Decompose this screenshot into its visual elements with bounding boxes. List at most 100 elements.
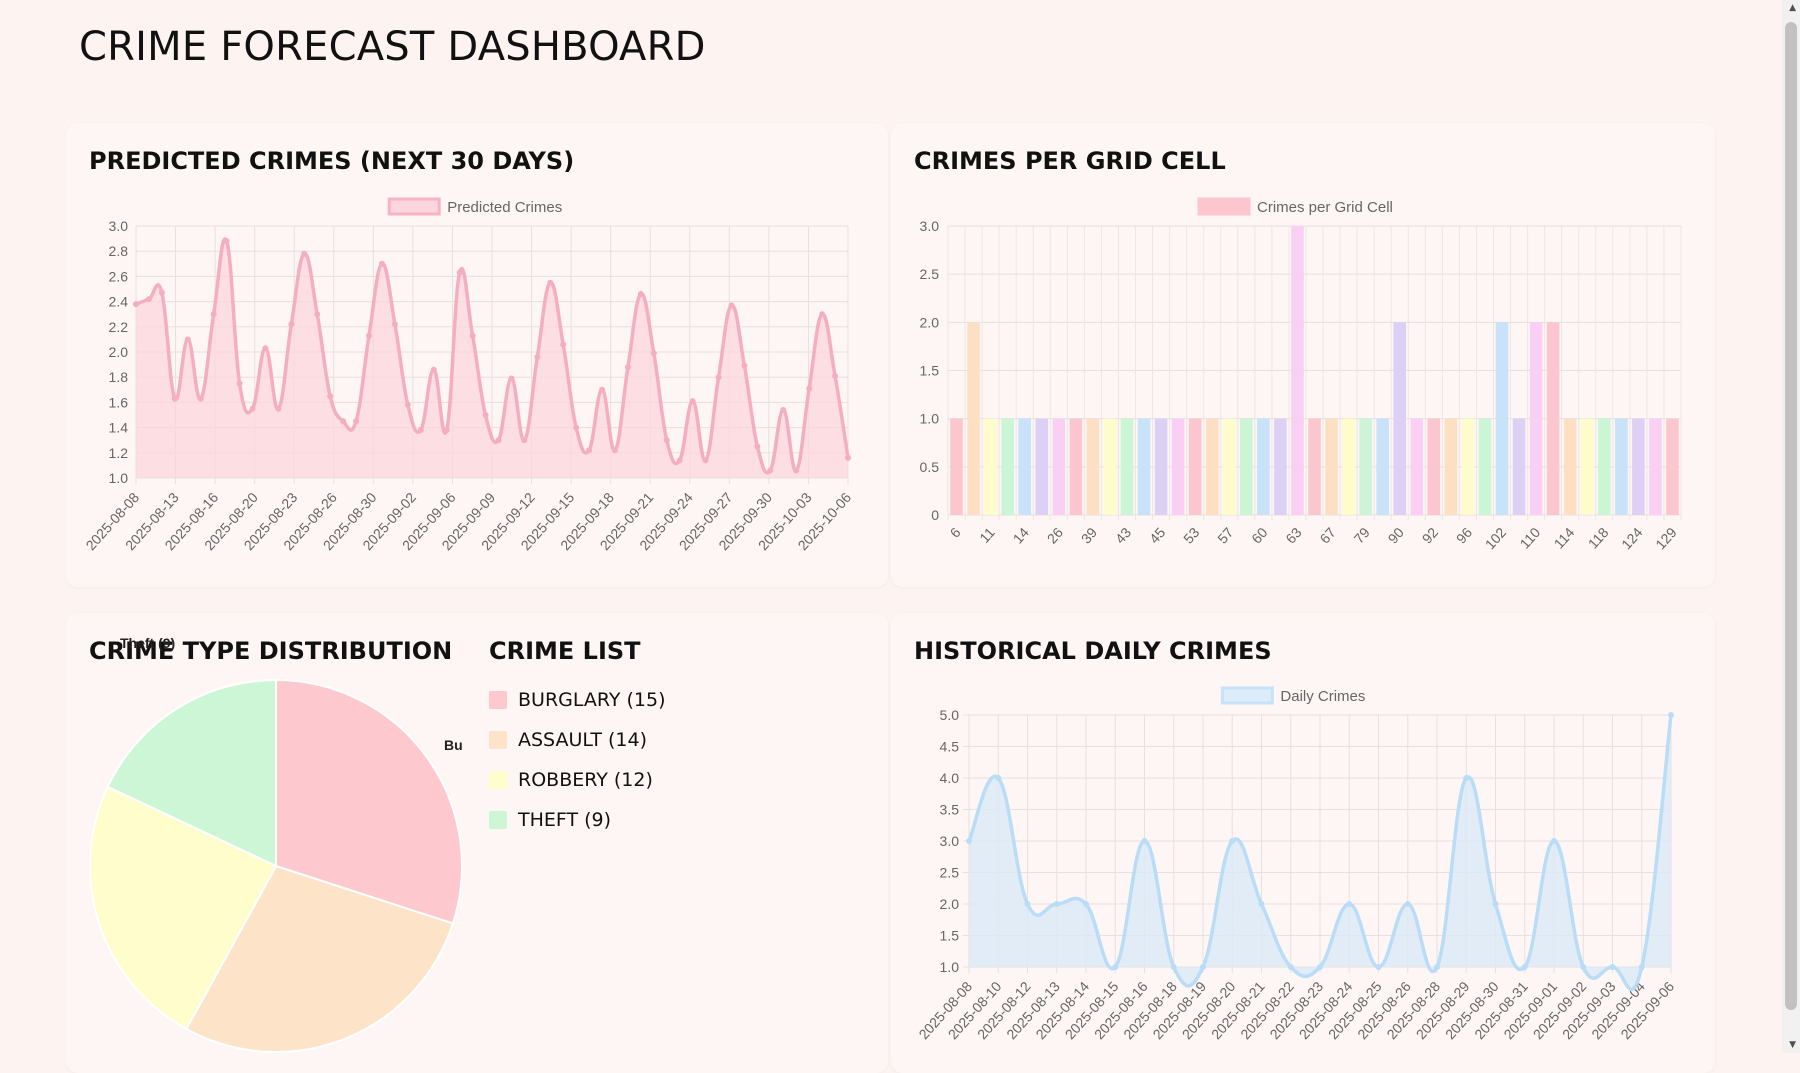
data-point bbox=[1170, 964, 1177, 970]
data-point bbox=[573, 424, 580, 431]
y-tick-label: 2.5 bbox=[940, 865, 960, 881]
x-tick-label: 114 bbox=[1551, 524, 1578, 551]
bar bbox=[1240, 418, 1253, 515]
x-tick-label: 92 bbox=[1419, 524, 1441, 546]
data-point bbox=[353, 418, 360, 425]
data-point bbox=[456, 269, 463, 276]
bar bbox=[1615, 418, 1628, 515]
data-point bbox=[702, 457, 709, 464]
vertical-scrollbar[interactable]: ▲ ▼ bbox=[1782, 0, 1800, 1053]
data-point bbox=[236, 380, 243, 387]
data-point bbox=[728, 302, 735, 309]
bar bbox=[1035, 418, 1049, 515]
bar bbox=[1410, 418, 1424, 515]
data-point bbox=[966, 838, 972, 844]
page-title: CRIME FORECAST DASHBOARD bbox=[79, 24, 706, 70]
grid-cell-chart: Crimes per Grid Cell 0 0.5 1.0 1.5 2.0 2.5 3.0 6… bbox=[920, 197, 1682, 552]
crime-list-item: ROBBERY (12) bbox=[489, 760, 666, 800]
data-point bbox=[223, 238, 230, 245]
data-point bbox=[158, 289, 165, 296]
x-tick-label: 57 bbox=[1214, 524, 1236, 546]
data-point bbox=[586, 447, 593, 454]
x-tick-label: 118 bbox=[1585, 524, 1612, 551]
data-point bbox=[754, 443, 761, 450]
data-point bbox=[327, 393, 334, 400]
x-tick-label: 102 bbox=[1482, 524, 1510, 552]
data-point bbox=[417, 427, 424, 434]
data-point bbox=[624, 364, 631, 371]
bar bbox=[1291, 226, 1304, 515]
data-point bbox=[197, 395, 204, 402]
scroll-thumb[interactable] bbox=[1785, 22, 1797, 1010]
bar bbox=[950, 418, 963, 515]
data-point bbox=[301, 250, 308, 257]
crime-color-swatch bbox=[489, 731, 507, 749]
data-point bbox=[314, 311, 321, 318]
bar bbox=[1563, 418, 1577, 515]
predicted-crimes-chart: Predicted Crimes 1.0 1.2 1.4 1.6 1.8 2.0 2.2 2.4… bbox=[82, 197, 854, 553]
x-tick-label: 96 bbox=[1453, 524, 1475, 546]
data-point bbox=[1638, 964, 1645, 970]
data-point bbox=[521, 437, 528, 444]
bar bbox=[1597, 418, 1611, 515]
data-point bbox=[262, 345, 269, 352]
data-point bbox=[560, 341, 567, 348]
x-tick-label: 11 bbox=[976, 524, 998, 546]
crime-list-label: THEFT (9) bbox=[518, 809, 612, 831]
x-tick-label: 43 bbox=[1112, 524, 1134, 546]
crime-type-pie-chart: Theft (9) Bu bbox=[89, 635, 463, 1053]
data-point bbox=[133, 301, 139, 308]
data-point bbox=[637, 291, 644, 298]
data-point bbox=[1375, 964, 1382, 970]
crime-color-swatch bbox=[489, 811, 507, 829]
bar bbox=[1461, 418, 1475, 515]
y-tick-label: 1.5 bbox=[920, 363, 940, 379]
bar bbox=[1495, 322, 1509, 515]
bar bbox=[1018, 418, 1032, 515]
data-point bbox=[767, 467, 774, 474]
y-tick-label: 1.0 bbox=[920, 411, 940, 427]
bar bbox=[1001, 418, 1014, 515]
y-tick-label: 0.5 bbox=[920, 459, 940, 475]
bar bbox=[1137, 418, 1151, 515]
data-point bbox=[171, 395, 178, 402]
x-tick-label: 90 bbox=[1385, 524, 1407, 546]
y-tick-label: 3.0 bbox=[920, 218, 940, 234]
y-tick-label: 2.0 bbox=[920, 314, 940, 330]
x-tick-label: 124 bbox=[1618, 524, 1646, 552]
data-point bbox=[1492, 901, 1499, 907]
bar bbox=[1274, 418, 1287, 515]
crime-color-swatch bbox=[489, 691, 507, 709]
bar bbox=[984, 418, 997, 515]
predicted-crimes-card: PREDICTED CRIMES (NEXT 30 DAYS) Predicte… bbox=[66, 123, 888, 587]
data-point bbox=[715, 374, 722, 381]
data-point bbox=[288, 321, 295, 328]
bar bbox=[1666, 418, 1679, 515]
data-point bbox=[599, 386, 606, 393]
x-tick-label: 60 bbox=[1248, 524, 1270, 546]
data-point bbox=[806, 385, 813, 392]
bar bbox=[1393, 322, 1407, 515]
bar bbox=[1529, 322, 1543, 515]
pie-label-burglary: Bu bbox=[444, 737, 463, 753]
data-point bbox=[1083, 901, 1089, 907]
x-tick-label: 45 bbox=[1146, 524, 1168, 546]
y-tick-label: 1.2 bbox=[109, 445, 129, 461]
data-point bbox=[1200, 964, 1206, 970]
x-tick-label: 39 bbox=[1078, 524, 1100, 546]
scroll-up-arrow-icon[interactable]: ▲ bbox=[1789, 3, 1796, 13]
crime-type-card: CRIME TYPE DISTRIBUTION CRIME LIST Theft… bbox=[66, 613, 888, 1073]
data-point bbox=[793, 467, 800, 474]
scroll-down-arrow-icon[interactable]: ▼ bbox=[1789, 1040, 1796, 1050]
bar bbox=[1086, 418, 1100, 515]
bar bbox=[1308, 418, 1321, 515]
data-point bbox=[340, 418, 347, 425]
y-tick-label: 3.0 bbox=[109, 218, 129, 234]
data-point bbox=[495, 437, 502, 444]
y-tick-label: 1.4 bbox=[109, 420, 129, 436]
crime-list-item: BURGLARY (15) bbox=[489, 680, 666, 720]
bar bbox=[1649, 418, 1662, 515]
data-point bbox=[391, 321, 398, 328]
historical-card: HISTORICAL DAILY CRIMES Daily Crimes 1.0 1… bbox=[891, 613, 1715, 1073]
y-tick-label: 2.4 bbox=[109, 294, 129, 310]
